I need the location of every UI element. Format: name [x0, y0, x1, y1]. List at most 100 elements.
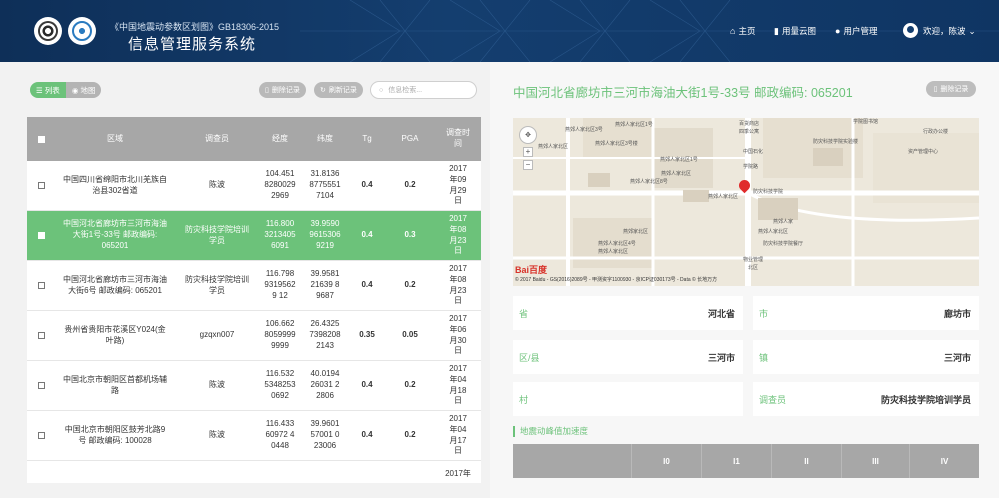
- map-poi-label: 学院图书馆: [853, 119, 879, 125]
- select-all-checkbox[interactable]: [37, 135, 45, 143]
- delete-records-label: 删除记录: [271, 87, 300, 94]
- row-checkbox[interactable]: [37, 382, 45, 389]
- cell-longitude: 116.79893195629 12: [264, 269, 296, 300]
- tab-map-label: 地图: [80, 85, 96, 95]
- field-value: 防灾科技学院培训学员: [880, 395, 971, 405]
- nav-usage-map[interactable]: ▮ 用量云图: [774, 25, 816, 37]
- row-checkbox[interactable]: [37, 232, 45, 239]
- cell-tg: 0.4: [361, 180, 373, 190]
- row-checkbox[interactable]: [37, 182, 45, 189]
- nav-home[interactable]: ⌂ 主页: [730, 25, 755, 37]
- field-value: 三河市: [707, 353, 735, 363]
- tab-list-label: 列表: [44, 85, 60, 95]
- zoom-in-button[interactable]: +: [523, 147, 533, 157]
- table-row[interactable]: 中国四川省绵阳市北川羌族自治县302省道 陈波 104.451828002929…: [27, 161, 481, 211]
- zoom-out-button[interactable]: −: [523, 160, 533, 170]
- row-checkbox[interactable]: [37, 432, 45, 439]
- refresh-icon: ↻: [320, 87, 326, 94]
- field-label: 镇: [759, 353, 769, 363]
- cell-latitude: 26.432573982082143: [309, 319, 341, 350]
- map-poi-label: 燕郊人家北区3号楼: [595, 141, 638, 147]
- table-row[interactable]: 中国北京市朝阳区鼓芳北路9号 邮政编码: 100028 陈波 116.43360…: [27, 411, 481, 461]
- cell-date: 2017年04月17日: [449, 413, 467, 456]
- record-detail-panel: 中国河北省廊坊市三河市海油大街1号-33号 邮政编码: 065201 ▯ 删除记…: [490, 62, 999, 498]
- row-checkbox[interactable]: [37, 332, 45, 339]
- cell-latitude: 39.959096153069219: [309, 219, 341, 250]
- refresh-records-label: 刷新记录: [328, 87, 357, 94]
- cell-investigator: 防灾科技学院培训学员: [185, 274, 249, 295]
- table-row[interactable]: 中国北京市朝阳区首都机场辅路 陈波 116.53253482530692 40.…: [27, 361, 481, 411]
- seismic-logo: [68, 17, 96, 45]
- intensity-col: III: [841, 444, 909, 478]
- cell-region: 中国四川省绵阳市北川羌族自治县302省道: [63, 174, 167, 195]
- table-row-partial[interactable]: 2017年: [27, 461, 481, 483]
- delete-records-button[interactable]: ▯ 删除记录: [259, 82, 306, 98]
- map-poi-label: 中国石化: [743, 149, 764, 155]
- col-tg[interactable]: Tg: [349, 134, 385, 145]
- row-checkbox-cell: [27, 332, 55, 339]
- refresh-records-button[interactable]: ↻ 刷新记录: [314, 82, 363, 98]
- table-header: 区域 调查员 经度 纬度 Tg PGA 调查时间: [27, 117, 481, 161]
- user-menu[interactable]: 欢迎，陈波 ⌄: [923, 25, 976, 37]
- map-poi-label: 行政办公楼: [923, 129, 949, 135]
- location-map[interactable]: ✥ + − 燕郊人家北区3号 燕郊人家北区1号 燕郊人家北区 燕郊人家北区3号楼…: [513, 118, 979, 286]
- intensity-col: II: [771, 444, 841, 478]
- cell-investigator: 陈波: [209, 180, 225, 190]
- map-poi-label: 燕郊人家北区1号: [660, 157, 698, 163]
- map-copyright: © 2017 Baidu - GS(2016)2089号 - 甲测资字11009…: [515, 277, 718, 283]
- cell-pga: 0.05: [402, 330, 418, 340]
- map-poi-label: 燕郊人家北区: [598, 249, 629, 255]
- cell-latitude: 39.958121639 89687: [310, 269, 340, 300]
- cell-date-partial: 2017年: [445, 469, 471, 478]
- table-row[interactable]: 贵州省贵阳市花溪区Y024(金叶路) gzqxn007 106.66280599…: [27, 311, 481, 361]
- cell-investigator: gzqxn007: [199, 330, 235, 340]
- field-label: 调查员: [759, 395, 787, 405]
- map-poi-label: 燕郊人家北区: [708, 194, 739, 200]
- cell-region: 中国北京市朝阳区首都机场辅路: [63, 374, 167, 395]
- col-longitude[interactable]: 经度: [259, 134, 301, 145]
- detail-address: 中国河北省廊坊市三河市海油大街1号-33号 邮政编码: 065201: [513, 86, 853, 100]
- nav-user-manage[interactable]: ● 用户管理: [835, 25, 877, 37]
- cell-longitude: 116.53253482530692: [264, 369, 296, 400]
- col-region[interactable]: 区域: [55, 134, 175, 145]
- row-checkbox[interactable]: [37, 282, 45, 289]
- map-zoom-controls: ✥ + −: [519, 126, 537, 170]
- welcome-text: 欢迎，陈波: [923, 26, 966, 36]
- cell-investigator: 陈波: [209, 430, 225, 440]
- map-poi-label: 四季公寓: [739, 129, 760, 135]
- cell-longitude: 116.80032134056091: [264, 219, 296, 250]
- cell-latitude: 40.019426031 22806: [310, 369, 340, 400]
- map-poi-label: 燕郊家北区: [623, 229, 649, 235]
- map-pan-control[interactable]: ✥: [519, 126, 537, 144]
- cell-pga: 0.2: [404, 380, 416, 390]
- field-village: 村: [513, 382, 743, 416]
- col-investigator[interactable]: 调查员: [175, 134, 259, 145]
- cell-pga: 0.3: [404, 230, 416, 240]
- record-list-panel: ☰ 列表 ◉ 地图 ▯ 删除记录 ↻ 刷新记录 ○ 信息检索... 区域 调查员…: [0, 62, 490, 498]
- map-poi-label: 百货商店: [739, 121, 760, 127]
- search-placeholder: 信息检索...: [388, 87, 423, 94]
- col-pga[interactable]: PGA: [385, 134, 435, 145]
- delete-record-button[interactable]: ▯ 删除记录: [926, 81, 976, 97]
- intensity-col: I0: [631, 444, 701, 478]
- cell-date: 2017年04月18日: [449, 363, 467, 406]
- field-city: 市 廊坊市: [753, 296, 979, 330]
- tab-list[interactable]: ☰ 列表: [30, 82, 66, 98]
- tab-map[interactable]: ◉ 地图: [65, 82, 102, 98]
- cell-latitude: 39.960157001 023006: [310, 419, 340, 450]
- table-row[interactable]: 中国河北省廊坊市三河市海油大街6号 邮政编码: 065201 防灾科技学院培训学…: [27, 261, 481, 311]
- table-row-selected[interactable]: 中国河北省廊坊市三河市海油大街1号-33号 邮政编码: 065201 防灾科技学…: [27, 211, 481, 261]
- col-date[interactable]: 调查时间: [435, 128, 481, 150]
- user-icon: ●: [835, 26, 841, 36]
- col-latitude[interactable]: 纬度: [301, 134, 349, 145]
- search-icon: ○: [379, 86, 384, 94]
- field-value: 三河市: [943, 353, 971, 363]
- cell-pga: 0.2: [404, 180, 416, 190]
- map-poi-label: 燕郊人家北区: [661, 171, 692, 177]
- row-checkbox-cell: [27, 432, 55, 439]
- field-value: 河北省: [707, 309, 735, 319]
- pga-section-title: 地震动峰值加速度: [513, 426, 588, 437]
- field-value: 廊坊市: [943, 309, 971, 319]
- search-input[interactable]: ○ 信息检索...: [370, 81, 477, 99]
- avatar[interactable]: [903, 23, 918, 38]
